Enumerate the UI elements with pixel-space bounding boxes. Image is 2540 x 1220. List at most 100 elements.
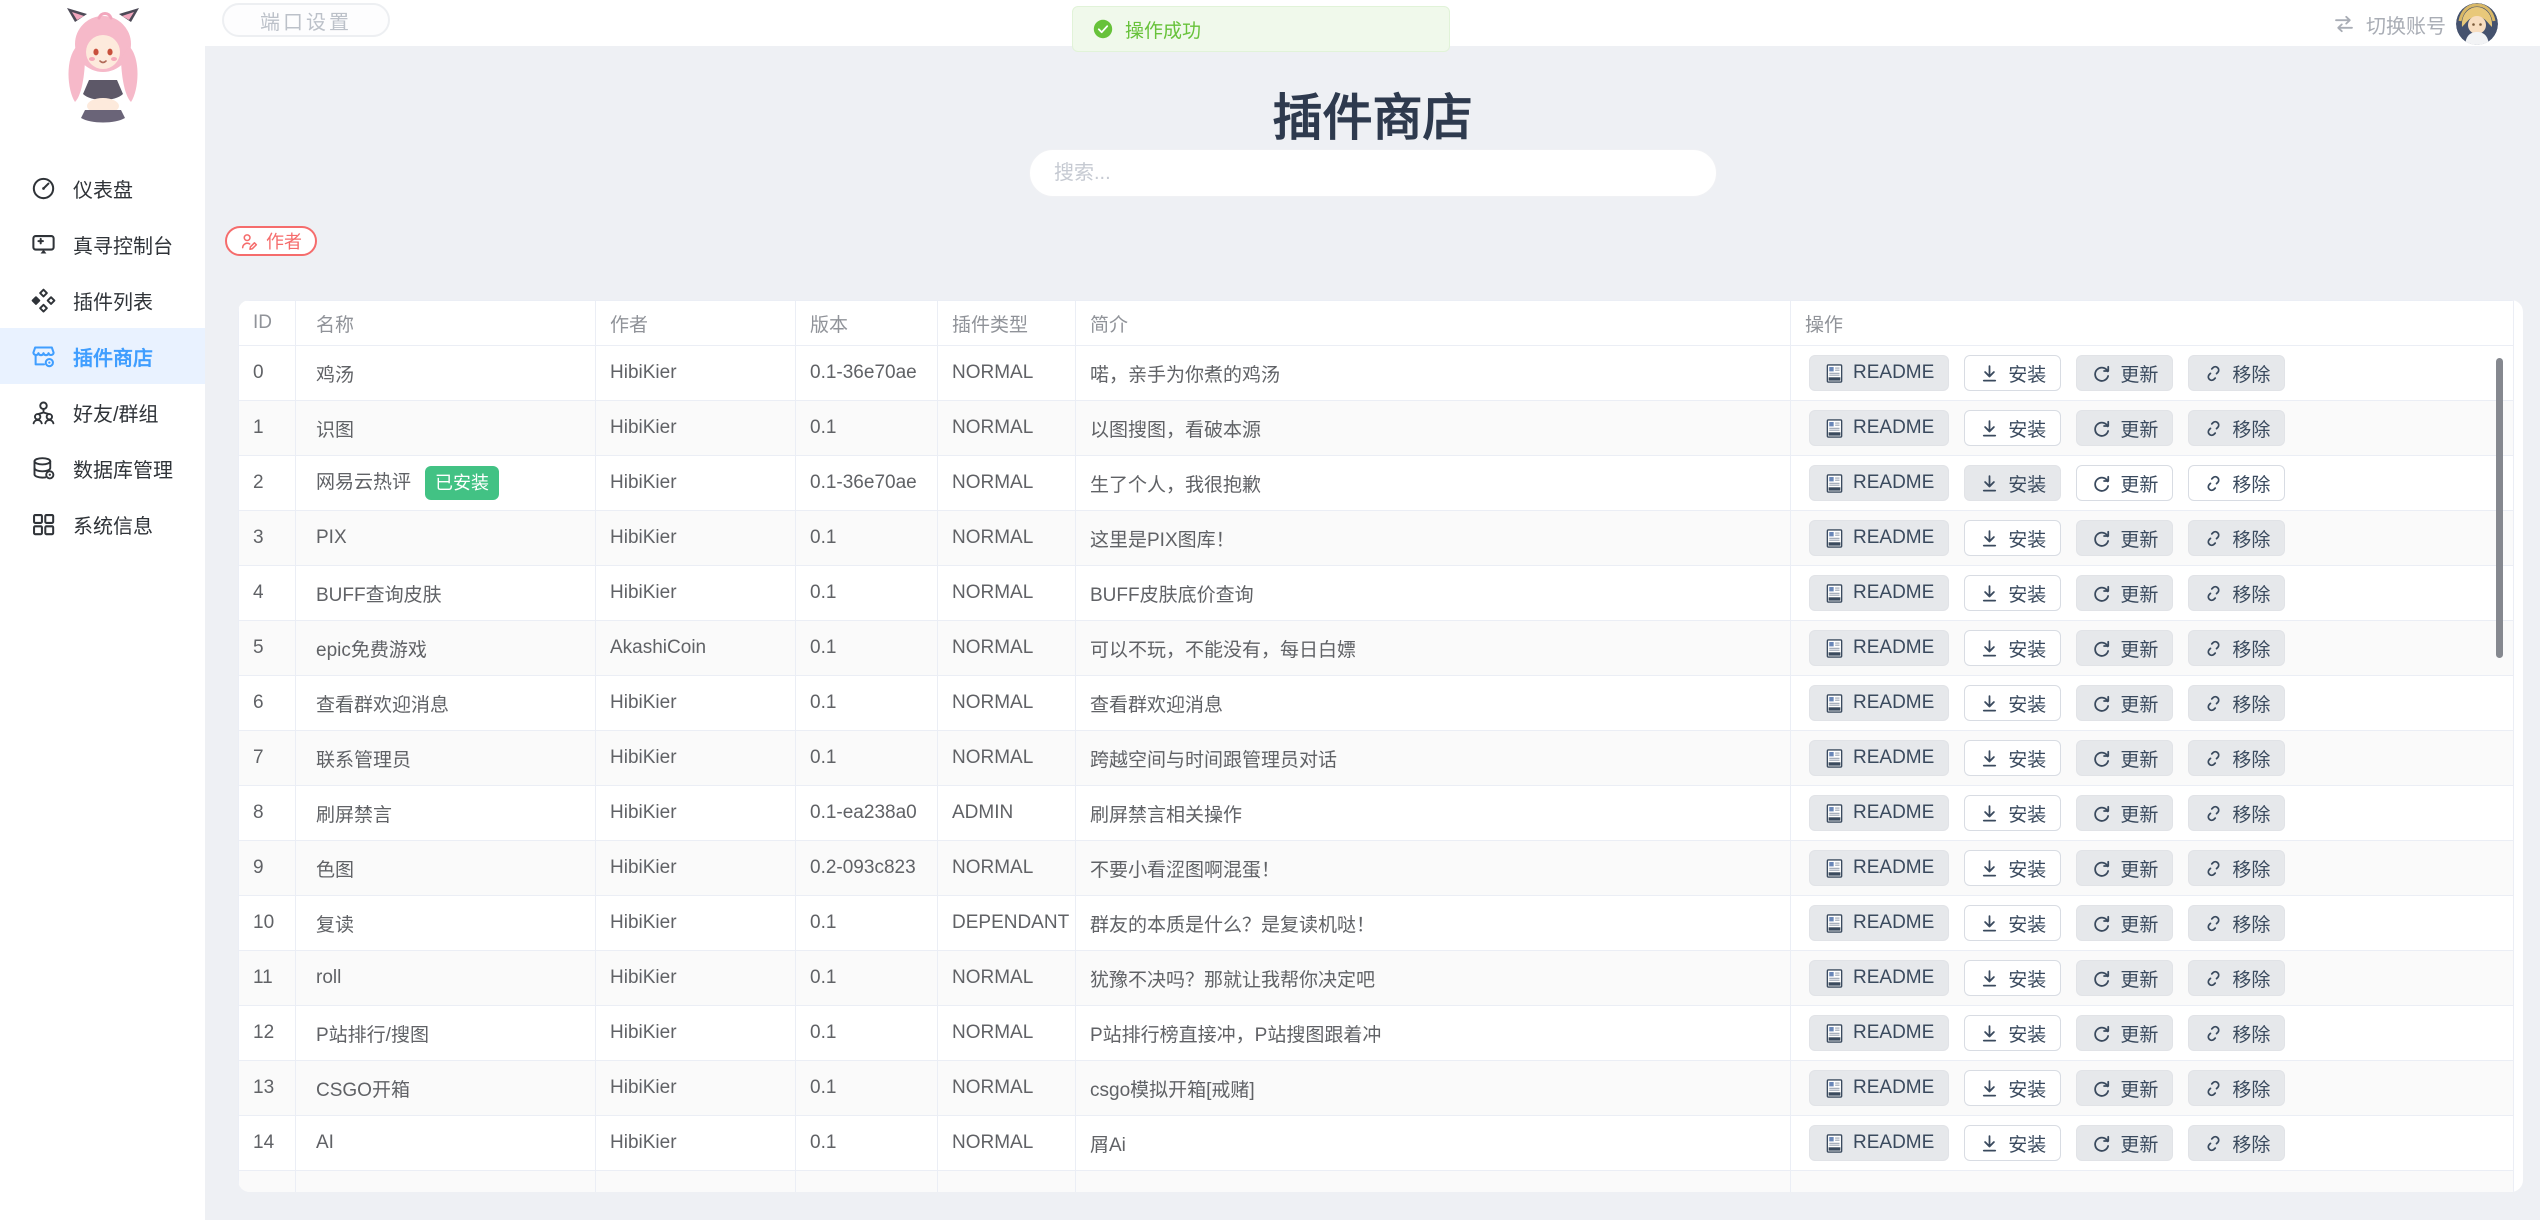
unlink-icon <box>2203 583 2224 604</box>
update-button[interactable]: 更新 <box>2076 465 2173 501</box>
update-button[interactable]: 更新 <box>2076 740 2173 776</box>
cell-description: 查看群欢迎消息 <box>1076 676 1791 731</box>
remove-button[interactable]: 移除 <box>2188 740 2285 776</box>
update-button[interactable]: 更新 <box>2076 355 2173 391</box>
readme-button[interactable]: README <box>1809 630 1949 666</box>
author-filter-button[interactable]: 作者 <box>225 226 317 256</box>
column-header: ID <box>239 301 296 346</box>
remove-button[interactable]: 移除 <box>2188 1125 2285 1161</box>
sidebar-item-5[interactable]: 数据库管理 <box>0 440 205 496</box>
remove-button[interactable]: 移除 <box>2188 795 2285 831</box>
cell-name: roll <box>296 951 596 1006</box>
readme-button[interactable]: README <box>1809 740 1949 776</box>
update-button[interactable]: 更新 <box>2076 520 2173 556</box>
sidebar-item-0[interactable]: 仪表盘 <box>0 160 205 216</box>
cell-description: 犹豫不决吗？那就让我帮你决定吧 <box>1076 951 1791 1006</box>
readme-icon <box>1824 1023 1845 1044</box>
search-input[interactable] <box>1029 149 1717 197</box>
install-button[interactable]: 安装 <box>1964 850 2061 886</box>
remove-button[interactable]: 移除 <box>2188 630 2285 666</box>
install-button[interactable]: 安装 <box>1964 410 2061 446</box>
download-icon <box>1979 473 2000 494</box>
install-button[interactable]: 安装 <box>1964 355 2061 391</box>
table-row: 4BUFF查询皮肤HibiKier0.1NORMALBUFF皮肤底价查询READ… <box>239 566 2514 621</box>
remove-button[interactable]: 移除 <box>2188 1070 2285 1106</box>
remove-button[interactable]: 移除 <box>2188 905 2285 941</box>
install-button[interactable]: 安装 <box>1964 960 2061 996</box>
remove-button[interactable]: 移除 <box>2188 465 2285 501</box>
sidebar-item-6[interactable]: 系统信息 <box>0 496 205 552</box>
update-button[interactable]: 更新 <box>2076 960 2173 996</box>
refresh-icon <box>2091 528 2112 549</box>
readme-button[interactable]: README <box>1809 465 1949 501</box>
readme-button[interactable]: README <box>1809 685 1949 721</box>
sidebar-item-4[interactable]: 好友/群组 <box>0 384 205 440</box>
cell-author: HibiKier <box>596 401 796 456</box>
install-button[interactable]: 安装 <box>1964 685 2061 721</box>
update-button[interactable]: 更新 <box>2076 685 2173 721</box>
cell-description: 以图搜图，看破本源 <box>1076 401 1791 456</box>
readme-button[interactable]: README <box>1809 905 1949 941</box>
readme-button[interactable]: README <box>1809 1015 1949 1051</box>
install-button[interactable]: 安装 <box>1964 520 2061 556</box>
cell-actions: README 安装更新移除 <box>1791 511 2514 566</box>
update-button[interactable]: 更新 <box>2076 1125 2173 1161</box>
install-button[interactable]: 安装 <box>1964 1070 2061 1106</box>
install-button[interactable]: 安装 <box>1964 1015 2061 1051</box>
sidebar-item-3[interactable]: 插件商店 <box>0 328 205 384</box>
remove-button[interactable]: 移除 <box>2188 410 2285 446</box>
plugin-table-card: ID名称作者版本插件类型简介操作 0鸡汤HibiKier0.1-36e70aeN… <box>238 300 2523 1192</box>
update-button[interactable]: 更新 <box>2076 795 2173 831</box>
update-button[interactable]: 更新 <box>2076 410 2173 446</box>
readme-button[interactable]: README <box>1809 1125 1949 1161</box>
refresh-icon <box>2091 363 2112 384</box>
readme-button[interactable]: README <box>1809 355 1949 391</box>
install-button[interactable]: 安装 <box>1964 905 2061 941</box>
readme-button[interactable]: README <box>1809 960 1949 996</box>
install-button[interactable]: 安装 <box>1964 740 2061 776</box>
readme-button[interactable]: README <box>1809 520 1949 556</box>
readme-button[interactable]: README <box>1809 410 1949 446</box>
port-settings-button[interactable]: 端口设置 <box>222 3 390 37</box>
install-button[interactable]: 安装 <box>1964 575 2061 611</box>
cell-id: 2 <box>239 456 296 511</box>
table-scrollbar[interactable] <box>2496 358 2503 658</box>
switch-account-button[interactable]: 切换账号 <box>2332 2 2498 46</box>
update-button[interactable]: 更新 <box>2076 1070 2173 1106</box>
dashboard-icon <box>30 175 57 202</box>
swap-arrows-icon <box>2332 12 2356 36</box>
update-button[interactable]: 更新 <box>2076 1015 2173 1051</box>
remove-button[interactable]: 移除 <box>2188 685 2285 721</box>
update-button[interactable]: 更新 <box>2076 630 2173 666</box>
install-button[interactable]: 安装 <box>1964 630 2061 666</box>
remove-button[interactable]: 移除 <box>2188 1015 2285 1051</box>
cell-description: 跨越空间与时间跟管理员对话 <box>1076 731 1791 786</box>
readme-button[interactable]: README <box>1809 795 1949 831</box>
unlink-icon <box>2203 693 2224 714</box>
table-row: 10复读HibiKier0.1DEPENDANT群友的本质是什么？是复读机哒！R… <box>239 896 2514 951</box>
remove-button[interactable]: 移除 <box>2188 850 2285 886</box>
remove-button[interactable]: 移除 <box>2188 960 2285 996</box>
readme-button[interactable]: README <box>1809 1070 1949 1106</box>
cell-actions: README 安装更新移除 <box>1791 951 2514 1006</box>
update-button[interactable]: 更新 <box>2076 850 2173 886</box>
sidebar-item-1[interactable]: 真寻控制台 <box>0 216 205 272</box>
readme-button[interactable]: README <box>1809 850 1949 886</box>
readme-button[interactable]: README <box>1809 575 1949 611</box>
remove-button[interactable]: 移除 <box>2188 355 2285 391</box>
remove-button[interactable]: 移除 <box>2188 520 2285 556</box>
download-icon <box>1979 1133 2000 1154</box>
update-button[interactable]: 更新 <box>2076 905 2173 941</box>
cell-actions: README 安装更新移除 <box>1791 346 2514 401</box>
cell-description: P站排行榜直接冲，P站搜图跟着冲 <box>1076 1006 1791 1061</box>
table-row: 1识图HibiKier0.1NORMAL以图搜图，看破本源README安装更新移… <box>239 401 2514 456</box>
remove-button[interactable]: 移除 <box>2188 575 2285 611</box>
install-button[interactable]: 安装 <box>1964 795 2061 831</box>
install-button[interactable]: 安装 <box>1964 465 2061 501</box>
cell-author: HibiKier <box>596 841 796 896</box>
user-avatar[interactable] <box>2456 3 2498 45</box>
update-button[interactable]: 更新 <box>2076 575 2173 611</box>
sidebar-item-2[interactable]: 插件列表 <box>0 272 205 328</box>
install-button[interactable]: 安装 <box>1964 1125 2061 1161</box>
cell-name: CSGO开箱 <box>296 1061 596 1116</box>
